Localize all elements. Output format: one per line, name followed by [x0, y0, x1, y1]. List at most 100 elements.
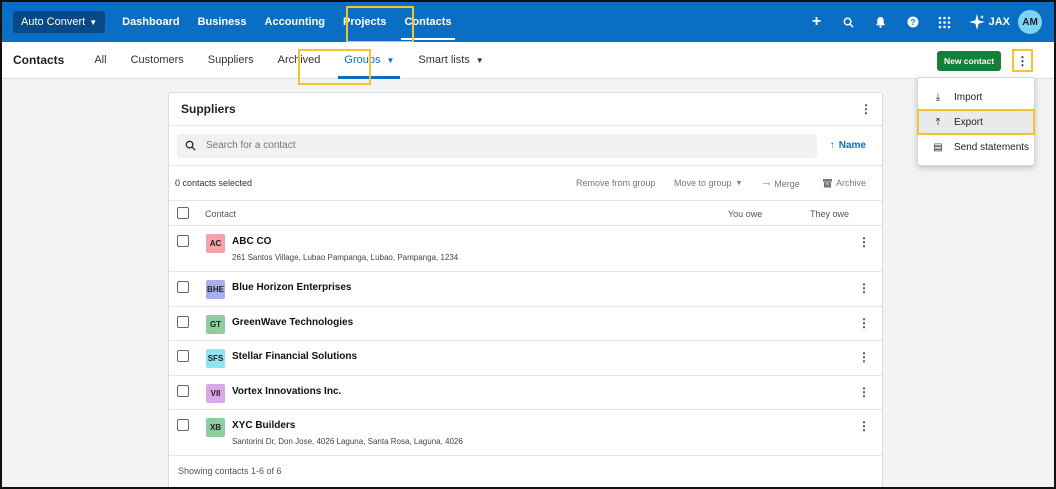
selected-count: 0 contacts selected: [175, 178, 253, 188]
table-row[interactable]: AC ABC CO 261 Santos Village, Lubao Pamp…: [169, 226, 882, 272]
row-options-icon[interactable]: ⋮: [858, 419, 870, 433]
archive-label: Archive: [836, 178, 867, 188]
table-header: Contact You owe They owe: [169, 201, 882, 226]
menu-item-send-statements-label: Send statements: [954, 141, 1030, 153]
contact-initials-badge: AC: [206, 234, 225, 253]
table-row[interactable]: VII Vortex Innovations Inc. ⋮: [169, 376, 882, 410]
tab-customers[interactable]: Customers: [119, 42, 196, 79]
merge-label: Merge: [774, 178, 800, 189]
contact-name[interactable]: Vortex Innovations Inc.: [232, 386, 341, 397]
table-row[interactable]: GT GreenWave Technologies ⋮: [169, 307, 882, 341]
sparkle-icon: [968, 14, 985, 30]
card-header: Suppliers ⋮: [169, 93, 882, 126]
sort-label: Name: [838, 140, 866, 151]
arrow-up-icon: ↑: [829, 140, 835, 151]
group-title: Suppliers: [181, 102, 236, 116]
nav-dashboard[interactable]: Dashboard: [113, 2, 188, 42]
caret-down-icon: ▼: [735, 179, 743, 187]
user-avatar[interactable]: AM: [1018, 10, 1042, 34]
column-contact: Contact: [205, 209, 237, 219]
column-they-owe: They owe: [810, 209, 850, 219]
top-navigation: Auto Convert ▼ Dashboard Business Accoun…: [2, 2, 1054, 42]
highlight-export: [917, 109, 1035, 135]
jax-label: JAX: [988, 16, 1010, 28]
table-row[interactable]: XB XYC Builders Santorini Dr, Don Jose, …: [169, 410, 882, 456]
row-options-icon[interactable]: ⋮: [858, 385, 870, 399]
pagination-summary: Showing contacts 1-6 of 6: [178, 466, 282, 476]
search-icon[interactable]: [833, 2, 865, 42]
tab-smart-lists-label: Smart lists: [418, 54, 470, 66]
add-icon[interactable]: +: [801, 2, 833, 42]
contact-initials-badge: BHE: [206, 280, 225, 299]
contact-name[interactable]: GreenWave Technologies: [232, 317, 353, 328]
search-input[interactable]: [206, 140, 786, 151]
svg-text:?: ?: [910, 18, 915, 27]
move-to-group-button[interactable]: Move to group ▼: [674, 178, 742, 188]
archive-icon: [823, 178, 832, 188]
contact-name[interactable]: XYC Builders: [232, 420, 295, 431]
merge-icon: ⤙: [763, 178, 771, 188]
select-all-checkbox[interactable]: [177, 207, 189, 219]
tab-suppliers-label: Suppliers: [207, 54, 254, 66]
caret-down-icon: ▼: [89, 17, 98, 27]
archive-button[interactable]: Archive: [823, 178, 866, 188]
row-checkbox[interactable]: [177, 350, 189, 362]
row-options-icon[interactable]: ⋮: [858, 235, 870, 249]
tab-suppliers[interactable]: Suppliers: [196, 42, 266, 79]
row-options-icon[interactable]: ⋮: [858, 350, 870, 364]
nav-business[interactable]: Business: [189, 2, 256, 42]
contact-initials-badge: SFS: [206, 349, 225, 368]
download-icon: ⤓: [935, 91, 941, 103]
organization-switcher[interactable]: Auto Convert ▼: [13, 11, 106, 33]
caret-down-icon: ▼: [475, 55, 484, 65]
row-checkbox[interactable]: [177, 419, 189, 431]
new-contact-button[interactable]: New contact: [937, 51, 1001, 71]
row-checkbox[interactable]: [177, 385, 189, 397]
tab-all[interactable]: All: [82, 42, 118, 79]
tab-all-label: All: [94, 54, 107, 66]
tab-customers-label: Customers: [130, 54, 184, 66]
menu-item-import-label: Import: [954, 91, 983, 103]
row-checkbox[interactable]: [177, 281, 189, 293]
row-checkbox[interactable]: [177, 235, 189, 247]
organization-name: Auto Convert: [21, 16, 86, 28]
app-window: Auto Convert ▼ Dashboard Business Accoun…: [0, 0, 1056, 489]
contact-name[interactable]: Stellar Financial Solutions: [232, 351, 357, 362]
suppliers-group-card: Suppliers ⋮ ↑ Name 0 contacts selected R…: [168, 92, 883, 487]
row-options-icon[interactable]: ⋮: [858, 281, 870, 295]
contact-name[interactable]: ABC CO: [232, 236, 271, 247]
table-row[interactable]: BHE Blue Horizon Enterprises ⋮: [169, 272, 882, 307]
contacts-subnav: Contacts All Customers Suppliers Archive…: [2, 42, 1054, 79]
search-box[interactable]: [177, 133, 817, 158]
move-to-group-label: Move to group: [674, 178, 732, 188]
bulk-actions-bar: 0 contacts selected Remove from group Mo…: [169, 166, 882, 201]
group-options-icon[interactable]: ⋮: [860, 102, 872, 116]
column-you-owe: You owe: [728, 209, 763, 219]
menu-item-send-statements[interactable]: ▤ Send statements: [918, 135, 1034, 159]
page-title: Contacts: [13, 53, 65, 67]
help-icon[interactable]: ?: [897, 2, 929, 42]
bell-icon[interactable]: [865, 2, 897, 42]
remove-from-group-label: Remove from group: [576, 178, 656, 188]
table-row[interactable]: SFS Stellar Financial Solutions ⋮: [169, 341, 882, 376]
tab-smart-lists[interactable]: Smart lists ▼: [406, 42, 495, 79]
caret-down-icon: ▼: [386, 55, 395, 65]
jax-assistant-button[interactable]: JAX: [968, 14, 1010, 30]
row-options-icon[interactable]: ⋮: [858, 316, 870, 330]
merge-button[interactable]: ⤙ Merge: [763, 178, 800, 189]
highlight-groups-tab: [298, 49, 371, 85]
sort-by-name[interactable]: ↑ Name: [830, 140, 866, 151]
contact-initials-badge: XB: [206, 418, 225, 437]
contact-address: Santorini Dr, Don Jose, 4026 Laguna, San…: [232, 437, 463, 446]
menu-item-import[interactable]: ⤓ Import: [918, 85, 1034, 109]
contact-initials-badge: VII: [206, 384, 225, 403]
highlight-contacts-nav: [346, 6, 414, 43]
highlight-more-options: [1012, 49, 1033, 72]
remove-from-group-button[interactable]: Remove from group: [576, 178, 656, 188]
app-grid-icon[interactable]: [929, 2, 961, 42]
statement-icon: ▤: [933, 141, 943, 153]
top-nav-actions: + ? JAX AM: [801, 2, 1042, 42]
row-checkbox[interactable]: [177, 316, 189, 328]
nav-accounting[interactable]: Accounting: [256, 2, 335, 42]
contact-name[interactable]: Blue Horizon Enterprises: [232, 282, 351, 293]
